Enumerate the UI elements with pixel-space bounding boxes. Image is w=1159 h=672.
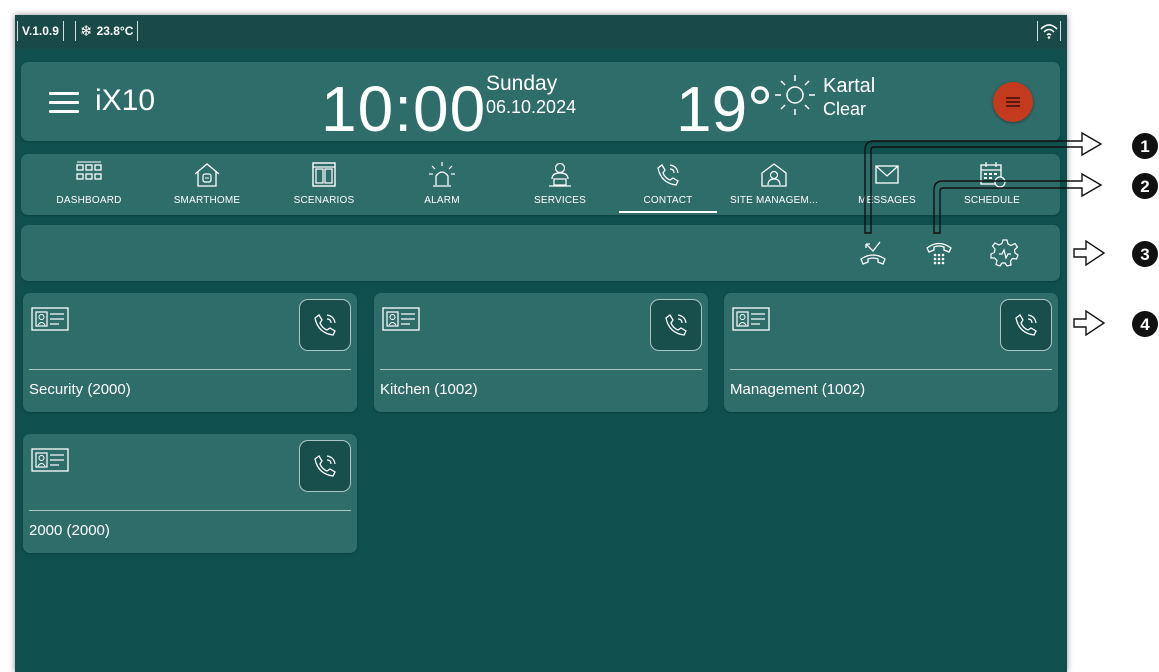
callout-number-2: 2 (1140, 177, 1149, 196)
callout-number-4: 4 (1140, 315, 1150, 334)
callout-number-1: 1 (1140, 137, 1149, 156)
callout-arrow-3 (1073, 239, 1106, 267)
callout-annotations: 1 2 3 4 (864, 131, 1158, 337)
callout-number-3: 3 (1140, 245, 1149, 264)
callout-arrow-1 (864, 131, 1103, 234)
callout-arrow-4 (1073, 309, 1106, 337)
callout-arrow-2 (933, 172, 1103, 234)
